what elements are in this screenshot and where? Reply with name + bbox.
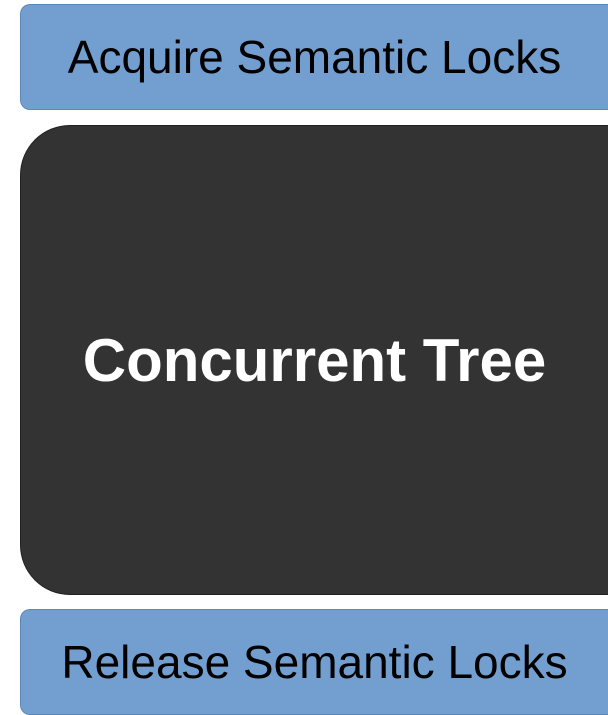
concurrent-tree-label: Concurrent Tree [82, 326, 547, 394]
concurrent-tree-block: Concurrent Tree [20, 125, 608, 595]
acquire-locks-block: Acquire Semantic Locks [20, 4, 608, 110]
release-locks-label: Release Semantic Locks [61, 636, 568, 688]
release-locks-block: Release Semantic Locks [20, 609, 608, 715]
acquire-locks-label: Acquire Semantic Locks [67, 31, 562, 83]
